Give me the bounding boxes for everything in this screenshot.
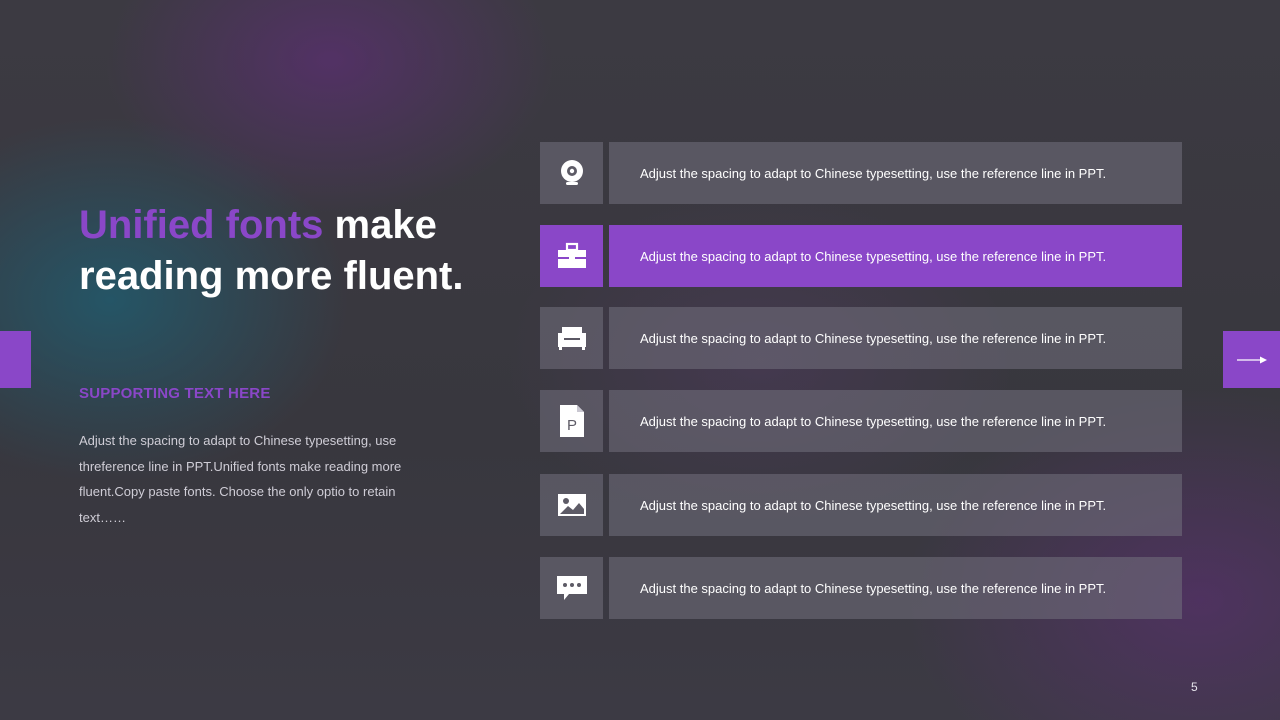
- list-item-text: Adjust the spacing to adapt to Chinese t…: [609, 142, 1182, 204]
- icon-box: [540, 225, 603, 287]
- list-item-text: Adjust the spacing to adapt to Chinese t…: [609, 307, 1182, 369]
- toolbox-icon: [557, 242, 586, 268]
- previous-slide-tab[interactable]: [0, 331, 31, 388]
- next-slide-button[interactable]: [1223, 331, 1280, 388]
- slide-title: Unified fonts make reading more fluent.: [79, 200, 519, 302]
- list-item: P Adjust the spacing to adapt to Chinese…: [540, 390, 1182, 452]
- list-item-text: Adjust the spacing to adapt to Chinese t…: [609, 225, 1182, 287]
- icon-box: P: [540, 390, 603, 452]
- list-item-text: Adjust the spacing to adapt to Chinese t…: [609, 557, 1182, 619]
- document-p-icon: P: [559, 405, 584, 437]
- list-item: Adjust the spacing to adapt to Chinese t…: [540, 142, 1182, 204]
- icon-box: [540, 474, 603, 536]
- list-item: Adjust the spacing to adapt to Chinese t…: [540, 557, 1182, 619]
- chat-bubble-icon: [556, 576, 587, 600]
- document-letter: P: [566, 417, 576, 434]
- icon-box: [540, 307, 603, 369]
- list-item: Adjust the spacing to adapt to Chinese t…: [540, 307, 1182, 369]
- image-icon: [557, 494, 586, 516]
- icon-box: [540, 142, 603, 204]
- webcam-icon: [560, 160, 583, 185]
- body-paragraph: Adjust the spacing to adapt to Chinese t…: [79, 433, 402, 525]
- title-accent: Unified fonts: [79, 203, 324, 247]
- list-item: Adjust the spacing to adapt to Chinese t…: [540, 474, 1182, 536]
- slide: Unified fonts make reading more fluent. …: [0, 0, 1280, 720]
- page-number: 5: [1191, 680, 1198, 694]
- list-item-text: Adjust the spacing to adapt to Chinese t…: [609, 474, 1182, 536]
- list-item: Adjust the spacing to adapt to Chinese t…: [540, 225, 1182, 287]
- sofa-icon: [557, 327, 586, 350]
- list-item-text: Adjust the spacing to adapt to Chinese t…: [609, 390, 1182, 452]
- supporting-heading: SUPPORTING TEXT HERE: [79, 385, 271, 402]
- icon-box: [540, 557, 603, 619]
- arrow-right-icon: [1236, 356, 1267, 363]
